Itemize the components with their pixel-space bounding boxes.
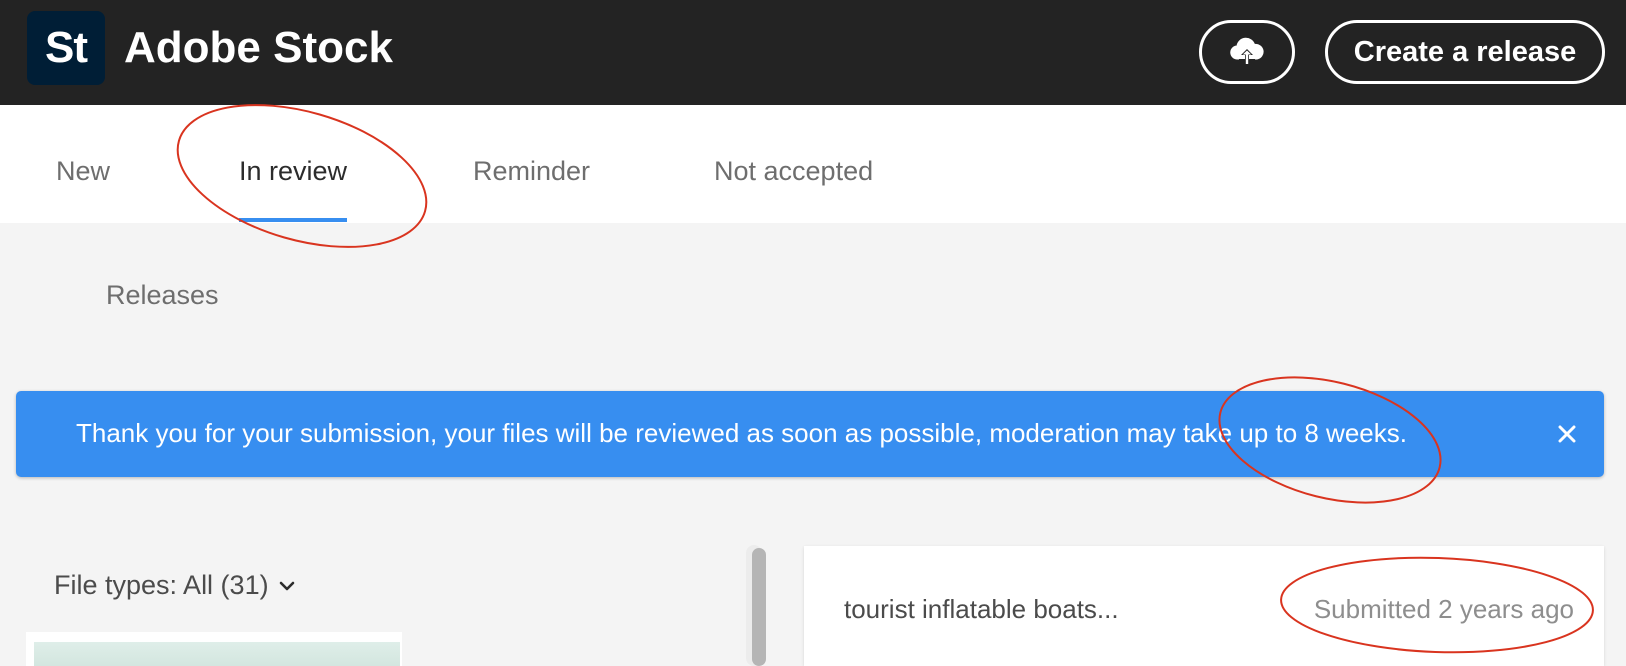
upload-button[interactable] [1199,20,1295,84]
cloud-upload-icon [1230,37,1264,65]
asset-thumbnail-image [34,642,400,666]
tab-label: New [56,156,111,186]
asset-thumbnail-card[interactable] [26,632,402,666]
banner-message: Thank you for your submission, your file… [76,418,1407,448]
create-release-label: Create a release [1353,35,1577,68]
app-title[interactable]: Adobe Stock [124,22,393,74]
active-tab-indicator [239,218,348,222]
tab-bar: New In review Reminder Not accepted [0,105,1626,223]
tab-reminder[interactable]: Reminder [473,105,590,223]
tab-in-review[interactable]: In review [239,105,348,223]
tab-not-accepted[interactable]: Not accepted [714,105,873,223]
filter-label: File types: All (31) [54,570,269,600]
banner-close-button[interactable] [1549,416,1585,452]
file-types-filter[interactable]: File types: All (31) [54,570,295,601]
tab-releases[interactable]: Releases [106,280,219,311]
info-banner: Thank you for your submission, your file… [16,391,1604,477]
tab-label: In review [239,156,348,186]
scrollbar-thumb[interactable] [752,548,766,666]
top-bar: St Adobe Stock Create a release [0,0,1626,105]
close-icon [1558,425,1576,443]
tab-label: Not accepted [714,156,874,186]
asset-title: tourist inflatable boats... [844,594,1119,624]
tab-new[interactable]: New [56,105,110,223]
submission-status: Submitted 2 years ago [1313,594,1574,624]
create-release-button[interactable]: Create a release [1325,20,1605,84]
chevron-down-icon [279,581,294,590]
logo-text: St [45,23,88,72]
adobe-stock-logo[interactable]: St [27,11,105,85]
tab-label: Reminder [473,156,591,186]
asset-detail-panel: tourist inflatable boats... Submitted 2 … [804,546,1604,666]
